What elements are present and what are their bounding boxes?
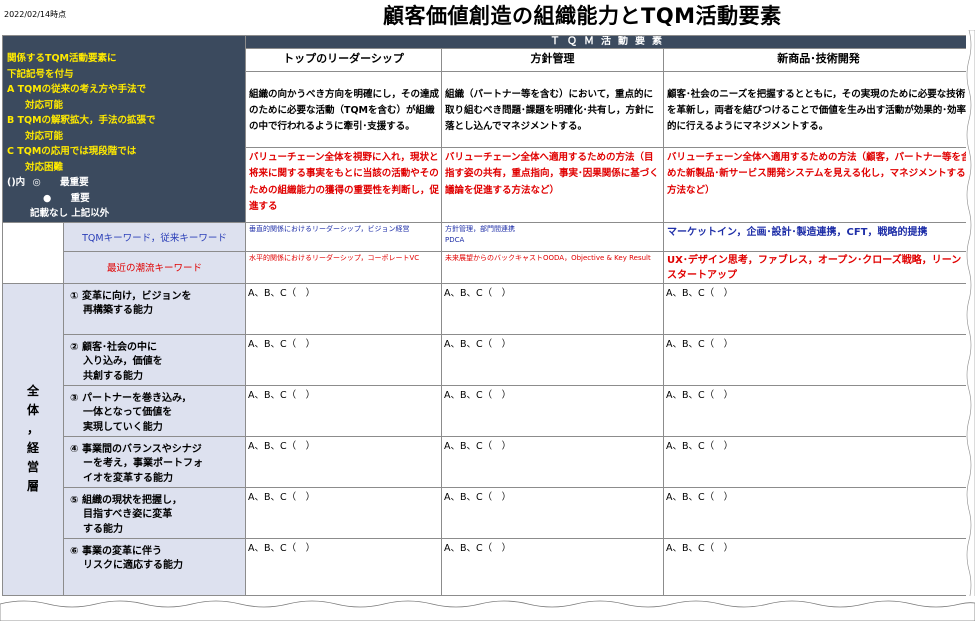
- trend-keywords: 水平的関係におけるリーダーシップ，コーポレートVC: [245, 250, 442, 284]
- torn-edge-bottom: [0, 596, 975, 621]
- legend-marks: ()内 ◎ 最重要: [7, 175, 245, 191]
- rating-cell[interactable]: A、B、C（ ）: [441, 282, 664, 335]
- rating-cell[interactable]: A、B、C（ ）: [245, 333, 442, 386]
- ability-row-label: ③ パートナーを巻き込み， 一体となって価値を 実現していく能力: [63, 384, 246, 437]
- legend-line: C TQMの応用では現段階では: [7, 146, 137, 157]
- as-of-date: 2022/02/14時点: [4, 10, 67, 19]
- legend-line: 対応困難: [25, 161, 64, 173]
- rating-cell[interactable]: A、B、C（ ）: [245, 282, 442, 335]
- trend-keywords: 未来展望からのバックキャストOODA，Objective & Key Resul…: [441, 250, 664, 284]
- column-description: 組織の向かうべき方向を明確にし，その達成のために必要な活動（TQMを含む）が組織…: [245, 70, 442, 148]
- column-description: 組織（パートナー等を含む）において，重点的に取り組むべき問題･課題を明確化･共有…: [441, 70, 664, 148]
- legend-symbol-important: ●: [43, 192, 52, 204]
- legend-line: 下記記号を付与: [7, 68, 74, 80]
- tqm-keywords: 垂直的関係におけるリーダーシップ，ビジョン経営: [245, 221, 442, 252]
- rating-cell[interactable]: A、B、C（ ）: [663, 486, 974, 539]
- rating-cell[interactable]: A、B、C（ ）: [245, 435, 442, 488]
- page-title: 顧客価値創造の組織能力とTQM活動要素: [383, 4, 782, 28]
- tqm-keyword-label: TQMキーワード，従来キーワード: [63, 221, 246, 252]
- rating-cell[interactable]: A、B、C（ ）: [663, 384, 974, 437]
- column-head-development: 新商品･技術開発: [663, 48, 974, 72]
- rating-cell[interactable]: A、B、C（ ）: [441, 486, 664, 539]
- column-head-leadership: トップのリーダーシップ: [245, 48, 442, 72]
- section-label-management: 全 体 ， 経 営 層: [2, 282, 64, 596]
- column-method: バリューチェーン全体へ適用するための方法（顧客，パートナー等を含めた新製品･新サ…: [663, 146, 974, 223]
- trend-keyword-label: 最近の潮流キーワード: [63, 250, 246, 284]
- rating-cell[interactable]: A、B、C（ ）: [663, 282, 974, 335]
- legend-line: 対応可能: [25, 99, 64, 111]
- rating-cell[interactable]: A、B、C（ ）: [663, 333, 974, 386]
- legend-other: 記載なし 上記以外: [30, 208, 110, 219]
- legend-line: B TQMの解釈拡大，手法の拡張で: [7, 115, 156, 126]
- legend-box: 関係するTQM活動要素に 下記記号を付与 A TQMの従来の考え方や手法で 対応…: [2, 35, 246, 223]
- rating-cell[interactable]: A、B、C（ ）: [245, 537, 442, 596]
- ability-row-label: ① 変革に向け，ビジョンを 再構築する能力: [63, 282, 246, 335]
- trend-keywords: UX･デザイン思考，ファブレス，オープン･クローズ戦略，リーンスタートアップ: [663, 250, 974, 284]
- ability-row-label: ② 顧客･社会の中に 入り込み，価値を 共創する能力: [63, 333, 246, 386]
- ability-row-label: ④ 事業間のバランスやシナジ ーを考え，事業ポートフォ イオを変革する能力: [63, 435, 246, 488]
- rating-cell[interactable]: A、B、C（ ）: [441, 333, 664, 386]
- rating-cell[interactable]: A、B、C（ ）: [663, 537, 974, 596]
- keyword-spacer: [2, 221, 64, 284]
- ability-row-label: ⑤ 組織の現状を把握し， 目指すべき姿に変革 する能力: [63, 486, 246, 539]
- legend-symbol-important-label: 重要: [70, 192, 90, 204]
- legend-line: 関係するTQM活動要素に: [7, 53, 117, 64]
- legend-symbol-most-label: 最重要: [60, 177, 89, 188]
- column-description: 顧客･社会のニーズを把握するとともに，その実現のために必要な技術を革新し，両者を…: [663, 70, 974, 148]
- column-head-policy: 方針管理: [441, 48, 664, 72]
- legend-line: A TQMの従来の考え方や手法で: [7, 84, 147, 95]
- legend-symbol-most: ◎: [32, 177, 41, 188]
- column-method: バリューチェーン全体を視野に入れ，現状と将来に関する事実をもとに当該の活動やその…: [245, 146, 442, 223]
- torn-edge-right: [966, 30, 975, 600]
- column-method: バリューチェーン全体へ適用するための方法（目指す姿の共有，重点指向，事実･因果関…: [441, 146, 664, 223]
- tqm-keywords: 方針管理，部門間連携 PDCA: [441, 221, 664, 252]
- legend-line: 対応可能: [25, 130, 64, 142]
- tqm-keywords: マーケットイン，企画･設計･製造連携，CFT，戦略的提携: [663, 221, 974, 252]
- legend-mark-prefix: ()内: [7, 177, 26, 188]
- rating-cell[interactable]: A、B、C（ ）: [245, 486, 442, 539]
- tqm-matrix-table: 関係するTQM活動要素に 下記記号を付与 A TQMの従来の考え方や手法で 対応…: [2, 35, 974, 596]
- rating-cell[interactable]: A、B、C（ ）: [663, 435, 974, 488]
- rating-cell[interactable]: A、B、C（ ）: [441, 435, 664, 488]
- tqm-elements-header: ＴＱＭ活動要素: [245, 35, 974, 49]
- rating-cell[interactable]: A、B、C（ ）: [441, 537, 664, 596]
- legend-marks: ● 重要: [7, 191, 245, 207]
- rating-cell[interactable]: A、B、C（ ）: [245, 384, 442, 437]
- ability-row-label: ⑥ 事業の変革に伴う リスクに適応する能力: [63, 537, 246, 596]
- rating-cell[interactable]: A、B、C（ ）: [441, 384, 664, 437]
